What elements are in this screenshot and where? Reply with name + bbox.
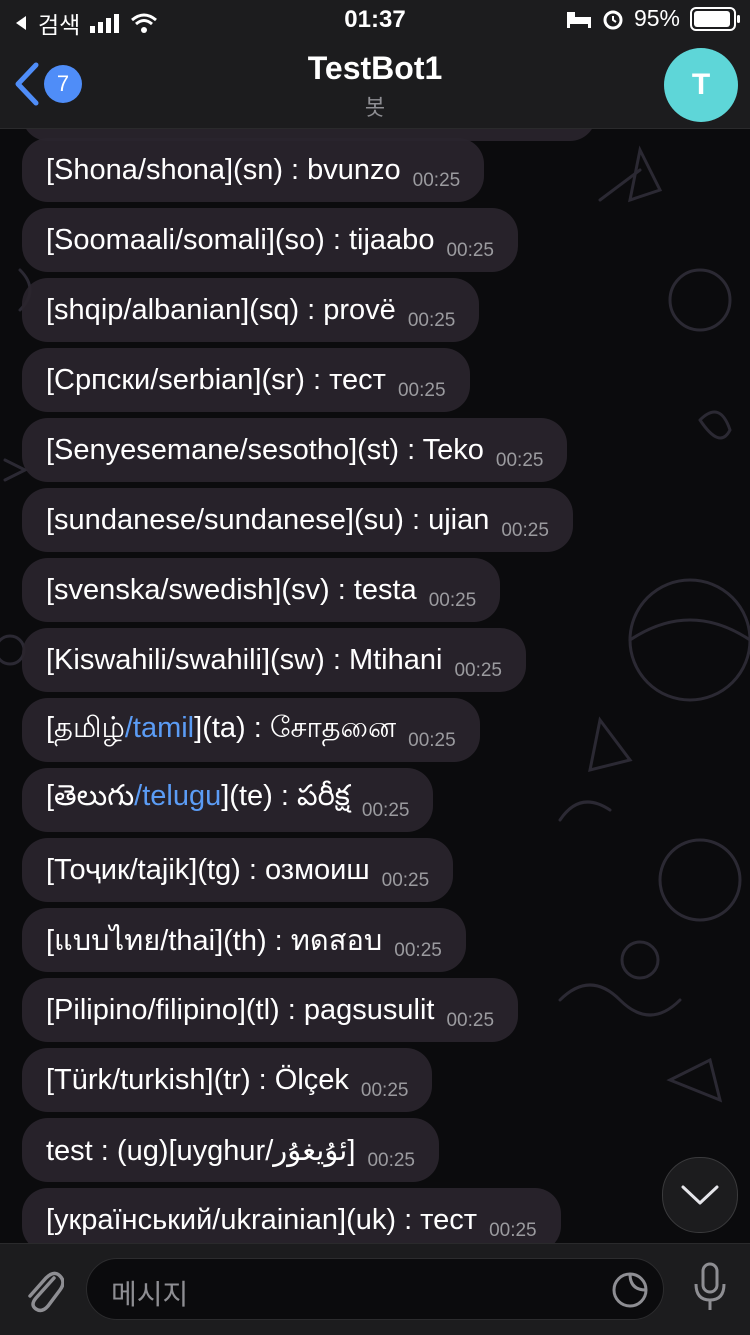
- message-text: [Soomaali/somali](so) : tijaabo: [46, 224, 434, 257]
- message-text-part: [shqip/albanian](sq) : provë: [46, 293, 396, 326]
- message-time: 00:25: [367, 1150, 415, 1171]
- message-time: 00:25: [394, 940, 442, 961]
- message-text-part: [Тоҷик/tajik](tg) : озмоиш: [46, 853, 370, 886]
- message-text-part: [Shona/shona](sn) : bvunzo: [46, 153, 401, 186]
- message-input-placeholder: 메시지: [111, 1279, 189, 1310]
- message-text: [Српски/serbian](sr) : тест: [46, 364, 386, 397]
- message-text: [svenska/swedish](sv) : testa: [46, 574, 417, 607]
- message-time: 00:25: [360, 1080, 409, 1101]
- message-text: [Senyesemane/sesotho](st) : Teko: [46, 434, 484, 467]
- message-text-part: ](ta) : சோதனை: [194, 712, 397, 744]
- message-input[interactable]: 메시지: [86, 1258, 664, 1320]
- chat-subtitle: 봇: [364, 95, 386, 120]
- message-text: [український/ukrainian](uk) : тест: [46, 1204, 477, 1237]
- input-bar: 메시지: [0, 1243, 750, 1335]
- message-text: [Kiswahili/swahili](sw) : Mtihani: [46, 644, 442, 677]
- message-text-part: [Српски/serbian](sr) : тест: [46, 363, 386, 396]
- message-time: 00:25: [446, 240, 494, 261]
- battery-fill: [694, 10, 730, 27]
- message-text-part: ](te) : పరీక్ష: [221, 780, 350, 812]
- message-text-part: [Soomaali/somali](so) : tijaabo: [46, 223, 435, 256]
- message-text-part: [український/ukrainian](uk) : тест: [46, 1203, 478, 1236]
- message-bubble[interactable]: [Shona/shona](sn) : bvunzo 00:25: [22, 138, 485, 202]
- status-right: 95%: [566, 5, 740, 32]
- message-time: 00:25: [361, 800, 410, 821]
- battery-percent: 95%: [633, 5, 680, 31]
- battery-icon: [690, 6, 740, 31]
- message-text: [தமிழ்/tamil](ta) : சோதனை: [46, 712, 396, 748]
- message-text: [แบบไทย/thai](th) : ทดสอบ: [46, 917, 382, 963]
- alarm-icon: [603, 10, 623, 29]
- message-text-part: [Senyesemane/sesotho](st) : Teko: [46, 433, 484, 466]
- attach-button[interactable]: [20, 1264, 65, 1319]
- message-time: 00:25: [412, 170, 461, 191]
- message-text: [Türk/turkish](tr) : Ölçek: [46, 1064, 349, 1097]
- message-time: 00:25: [408, 730, 456, 751]
- message-text: [shqip/albanian](sq) : provë: [46, 294, 396, 327]
- message-link[interactable]: /tamil: [125, 712, 194, 744]
- message-bubble[interactable]: [Српски/serbian](sr) : тест 00:25: [22, 348, 470, 412]
- message-bubble[interactable]: [sundanese/sundanese](su) : ujian 00:25: [22, 488, 573, 552]
- microphone-icon: [694, 1262, 726, 1310]
- message-bubble[interactable]: [Тоҷик/tajik](tg) : озмоиш 00:25: [22, 838, 454, 902]
- bed-icon: [566, 11, 591, 28]
- message-text: [తెలుగు/telugu](te) : పరీక్ష: [46, 780, 350, 820]
- message-text: [Pilipino/filipino](tl) : pagsusulit: [46, 994, 434, 1027]
- message-bubble[interactable]: [svenska/swedish](sv) : testa 00:25: [22, 558, 501, 622]
- message-text-part: [แบบไทย/thai](th) : ทดสอบ: [46, 925, 383, 957]
- status-bar: 검색 01:37 95%: [0, 0, 750, 40]
- scroll-to-bottom-button[interactable]: [662, 1157, 738, 1233]
- message-bubble[interactable]: [shqip/albanian](sq) : provë 00:25: [22, 278, 480, 342]
- message-time: 00:25: [495, 450, 544, 471]
- message-bubble[interactable]: test : (ug)[uyghur/ئۇيغۇر] 00:25: [22, 1118, 439, 1182]
- message-bubble[interactable]: [Pilipino/filipino](tl) : pagsusulit 00:2…: [22, 978, 519, 1042]
- message-text-part: [Pilipino/filipino](tl) : pagsusulit: [46, 993, 435, 1026]
- chat-header: 7 TestBot1 봇 T: [0, 40, 750, 129]
- message-time: 00:25: [397, 380, 446, 401]
- message-bubble[interactable]: [తెలుగు/telugu](te) : పరీక్ష 00:25: [22, 768, 434, 832]
- message-bubble[interactable]: [Türk/turkish](tr) : Ölçek 00:25: [22, 1048, 433, 1112]
- message-text-part: [தமிழ்: [46, 712, 125, 744]
- message-text: test : (ug)[uyghur/ئۇيغۇر]: [46, 1133, 355, 1168]
- avatar[interactable]: T: [664, 48, 738, 122]
- paperclip-icon: [28, 1271, 65, 1313]
- message-time: 00:25: [501, 520, 549, 541]
- chevron-down-icon: [681, 1185, 719, 1205]
- message-time: 00:25: [381, 870, 430, 891]
- message-text-part: [తెలుగు: [46, 780, 135, 812]
- sticker-button[interactable]: [611, 1271, 649, 1314]
- message-bubble[interactable]: [український/ukrainian](uk) : тест 00:25: [22, 1188, 561, 1243]
- message-link[interactable]: /telugu: [134, 780, 221, 812]
- message-bubble[interactable]: [Senyesemane/sesotho](st) : Teko 00:25: [22, 418, 568, 482]
- message-text-part: [sundanese/sundanese](su) : ujian: [46, 503, 490, 536]
- message-text-part: test : (ug)[uyghur/ئۇيغۇر]: [46, 1134, 356, 1167]
- message-time: 00:25: [446, 1010, 495, 1031]
- message-time: 00:25: [428, 590, 477, 611]
- message-bubble[interactable]: [Kiswahili/swahili](sw) : Mtihani 00:25: [22, 628, 526, 692]
- message-bubble[interactable]: [แบบไทย/thai](th) : ทดสอบ 00:25: [22, 908, 466, 972]
- message-text-part: [Kiswahili/swahili](sw) : Mtihani: [46, 643, 443, 676]
- message-time: 00:25: [454, 660, 502, 681]
- chat-title[interactable]: TestBot1: [0, 50, 750, 87]
- sticker-icon: [612, 1272, 648, 1308]
- message-text: [sundanese/sundanese](su) : ujian: [46, 504, 489, 537]
- message-time: 00:25: [407, 310, 456, 331]
- message-text: [Shona/shona](sn) : bvunzo: [46, 154, 401, 187]
- message-text-part: [Türk/turkish](tr) : Ölçek: [46, 1063, 349, 1096]
- message-bubble[interactable]: [தமிழ்/tamil](ta) : சோதனை 00:25: [22, 698, 480, 762]
- message-text: [Тоҷик/tajik](tg) : озмоиш: [46, 854, 370, 887]
- message-bubble[interactable]: [Soomaali/somali](so) : tijaabo 00:25: [22, 208, 518, 272]
- message-time: 00:25: [489, 1220, 537, 1241]
- message-list[interactable]: [Shona/shona](sn) : bvunzo 00:25 [Soomaali…: [0, 129, 750, 1243]
- message-text-part: [svenska/swedish](sv) : testa: [46, 573, 417, 606]
- microphone-button[interactable]: [692, 1262, 728, 1319]
